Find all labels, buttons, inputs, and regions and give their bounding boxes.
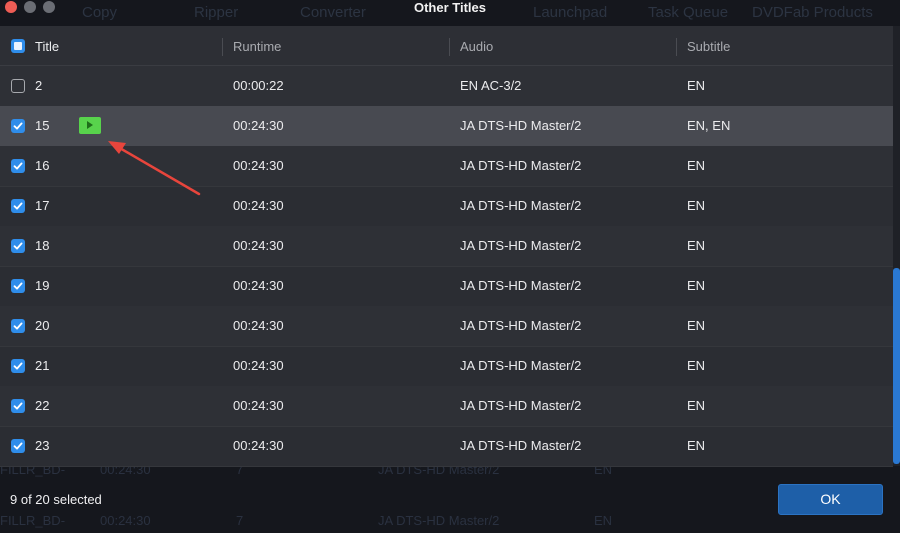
row-audio: JA DTS-HD Master/2 — [460, 358, 582, 373]
row-title: 22 — [35, 398, 50, 413]
background-rows: FILLR_BD- 00:24:30 7 JA DTS-HD Master/2 … — [0, 462, 900, 529]
column-header-runtime[interactable]: Runtime — [233, 39, 281, 54]
row-audio: JA DTS-HD Master/2 — [460, 318, 582, 333]
row-audio: JA DTS-HD Master/2 — [460, 158, 582, 173]
row-runtime: 00:24:30 — [233, 398, 284, 413]
row-title: 18 — [35, 238, 50, 253]
selection-count: 9 of 20 selected — [10, 492, 102, 507]
table-header: Title Runtime Audio Subtitle — [0, 26, 893, 66]
table-row[interactable]: 22 00:24:30 JA DTS-HD Master/2 EN — [0, 386, 893, 427]
row-title: 15 — [35, 118, 50, 133]
row-subtitle: EN — [687, 398, 706, 413]
row-title: 23 — [35, 438, 50, 453]
row-audio: JA DTS-HD Master/2 — [460, 438, 582, 453]
window-title: Other Titles — [413, 0, 486, 15]
row-subtitle: EN — [687, 318, 706, 333]
table-row[interactable]: 20 00:24:30 JA DTS-HD Master/2 EN — [0, 306, 893, 347]
row-runtime: 00:24:30 — [233, 358, 284, 373]
ok-button[interactable]: OK — [778, 484, 883, 515]
row-checkbox[interactable] — [11, 359, 25, 373]
table-row[interactable]: 15 00:24:30 JA DTS-HD Master/2 EN, EN — [0, 106, 893, 147]
row-checkbox[interactable] — [11, 119, 25, 133]
row-checkbox[interactable] — [11, 199, 25, 213]
row-audio: JA DTS-HD Master/2 — [460, 238, 582, 253]
row-checkbox[interactable] — [11, 279, 25, 293]
row-runtime: 00:24:30 — [233, 318, 284, 333]
row-checkbox[interactable] — [11, 399, 25, 413]
row-title: 16 — [35, 158, 50, 173]
scrollbar-thumb[interactable] — [893, 268, 900, 464]
row-subtitle: EN, EN — [687, 118, 731, 133]
row-checkbox[interactable] — [11, 439, 25, 453]
title-bar: Other Titles — [0, 0, 900, 22]
row-audio: EN AC-3/2 — [460, 78, 522, 93]
column-header-subtitle[interactable]: Subtitle — [687, 39, 730, 54]
select-all-checkbox[interactable] — [11, 39, 25, 53]
row-title: 19 — [35, 278, 50, 293]
row-audio: JA DTS-HD Master/2 — [460, 278, 582, 293]
row-subtitle: EN — [687, 278, 706, 293]
row-title: 20 — [35, 318, 50, 333]
row-audio: JA DTS-HD Master/2 — [460, 198, 582, 213]
table-row[interactable]: 2 00:00:22 EN AC-3/2 EN — [0, 66, 893, 107]
row-checkbox[interactable] — [11, 239, 25, 253]
column-divider — [449, 38, 450, 56]
row-subtitle: EN — [687, 198, 706, 213]
row-runtime: 00:24:30 — [233, 278, 284, 293]
row-checkbox[interactable] — [11, 79, 25, 93]
row-audio: JA DTS-HD Master/2 — [460, 118, 582, 133]
column-divider — [222, 38, 223, 56]
bg-row: FILLR_BD- 00:24:30 7 JA DTS-HD Master/2 … — [0, 513, 900, 533]
table-row[interactable]: 23 00:24:30 JA DTS-HD Master/2 EN — [0, 426, 893, 467]
titles-dialog: Title Runtime Audio Subtitle 2 00:00:22 EN… — [0, 26, 893, 467]
row-runtime: 00:24:30 — [233, 238, 284, 253]
row-subtitle: EN — [687, 358, 706, 373]
table-row[interactable]: 16 00:24:30 JA DTS-HD Master/2 EN — [0, 146, 893, 187]
row-checkbox[interactable] — [11, 319, 25, 333]
row-subtitle: EN — [687, 78, 706, 93]
column-header-audio[interactable]: Audio — [460, 39, 493, 54]
row-runtime: 00:00:22 — [233, 78, 284, 93]
row-runtime: 00:24:30 — [233, 438, 284, 453]
row-runtime: 00:24:30 — [233, 198, 284, 213]
bg-row-name: FILLR_BD- — [0, 513, 66, 528]
row-checkbox[interactable] — [11, 159, 25, 173]
row-audio: JA DTS-HD Master/2 — [460, 398, 582, 413]
bg-row-time: 00:24:30 — [100, 513, 151, 528]
table-row[interactable]: 19 00:24:30 JA DTS-HD Master/2 EN — [0, 266, 893, 307]
table-row[interactable]: 21 00:24:30 JA DTS-HD Master/2 EN — [0, 346, 893, 387]
bg-row-audio: JA DTS-HD Master/2 — [378, 513, 500, 528]
row-runtime: 00:24:30 — [233, 118, 284, 133]
table-row[interactable]: 18 00:24:30 JA DTS-HD Master/2 EN — [0, 226, 893, 267]
row-subtitle: EN — [687, 238, 706, 253]
bg-row-sub: EN — [594, 513, 613, 528]
row-title: 21 — [35, 358, 50, 373]
row-subtitle: EN — [687, 438, 706, 453]
row-subtitle: EN — [687, 158, 706, 173]
row-title: 2 — [35, 78, 43, 93]
table-row[interactable]: 17 00:24:30 JA DTS-HD Master/2 EN — [0, 186, 893, 227]
row-runtime: 00:24:30 — [233, 158, 284, 173]
play-icon[interactable] — [79, 117, 101, 134]
column-divider — [676, 38, 677, 56]
row-title: 17 — [35, 198, 50, 213]
column-header-title[interactable]: Title — [35, 39, 59, 54]
bg-row-num: 7 — [236, 513, 244, 528]
